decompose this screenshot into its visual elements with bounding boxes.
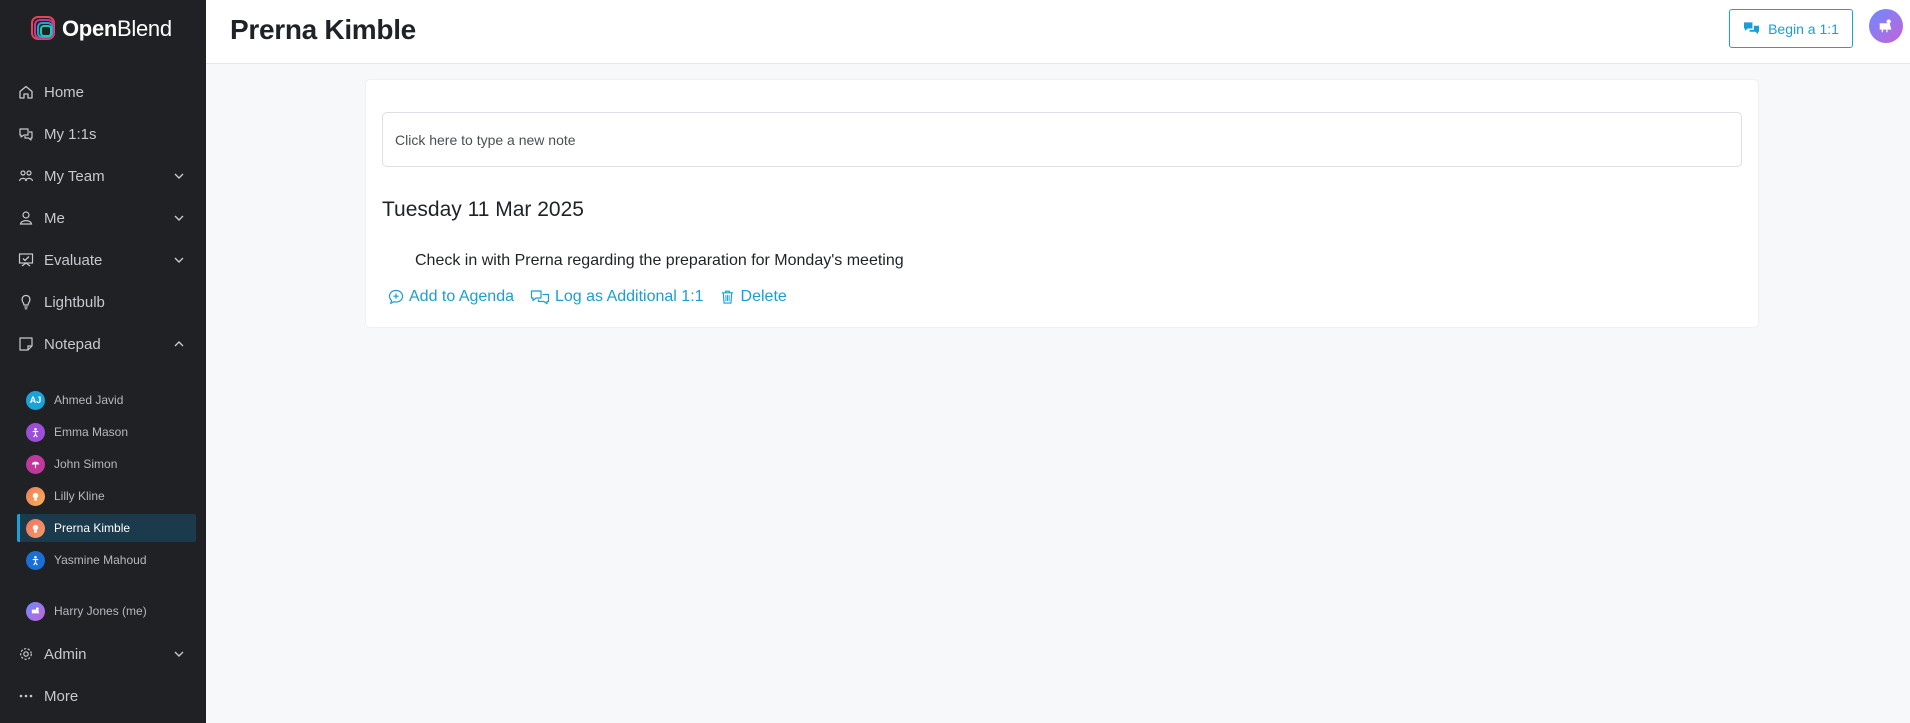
notepad-person-yasmine-mahoud[interactable]: Yasmine Mahoud xyxy=(17,546,196,574)
chevron-down-icon xyxy=(174,257,184,263)
nav-my-team[interactable]: My Team xyxy=(0,156,206,196)
begin-1-1-label: Begin a 1:1 xyxy=(1768,20,1839,37)
add-to-agenda-label: Add to Agenda xyxy=(409,288,514,305)
notes-card: Tuesday 11 Mar 2025 Check in with Prerna… xyxy=(366,80,1758,327)
avatar xyxy=(26,422,45,442)
person-name: Yasmine Mahoud xyxy=(54,553,147,567)
nav-more[interactable]: More xyxy=(0,676,206,716)
person-name: Prerna Kimble xyxy=(54,521,131,535)
chat-plus-icon xyxy=(388,289,404,305)
notepad-icon xyxy=(18,336,34,352)
user-avatar[interactable] xyxy=(1869,9,1903,43)
avatar: AJ xyxy=(26,390,45,410)
nav-evaluate-label: Evaluate xyxy=(44,251,103,269)
begin-1-1-button[interactable]: Begin a 1:1 xyxy=(1729,9,1853,48)
note-actions: Add to Agenda Log as Additional 1:1 Dele… xyxy=(388,288,803,306)
chat-icon xyxy=(18,126,34,142)
add-to-agenda-button[interactable]: Add to Agenda xyxy=(388,288,514,306)
openblend-logo-icon xyxy=(31,16,55,40)
nav-admin[interactable]: Admin xyxy=(0,634,206,674)
nav-home-label: Home xyxy=(44,83,85,101)
notepad-person-harry-jones-me[interactable]: Harry Jones (me) xyxy=(17,597,196,625)
log-additional-1-1-label: Log as Additional 1:1 xyxy=(554,288,704,305)
delete-label: Delete xyxy=(740,288,787,305)
lightbulb-icon xyxy=(18,294,34,310)
user-icon xyxy=(18,210,34,226)
person-name: John Simon xyxy=(54,457,118,471)
person-name: Ahmed Javid xyxy=(54,393,124,407)
page-title: Prerna Kimble xyxy=(230,14,416,45)
chevron-up-icon xyxy=(174,341,184,347)
notepad-person-prerna-kimble[interactable]: Prerna Kimble xyxy=(17,514,196,542)
person-name: Harry Jones (me) xyxy=(54,604,147,618)
notepad-person-john-simon[interactable]: John Simon xyxy=(17,450,196,478)
nav-home[interactable]: Home xyxy=(0,72,206,112)
chat-bubbles-icon xyxy=(1743,21,1760,36)
sidebar: OpenBlend Home My 1:1s My Team Me Evalua… xyxy=(0,0,206,723)
nav-admin-label: Admin xyxy=(44,645,87,663)
new-note-input[interactable] xyxy=(382,112,1742,167)
notepad-person-emma-mason[interactable]: Emma Mason xyxy=(17,418,196,446)
team-icon xyxy=(18,168,34,184)
nav-lightbulb[interactable]: Lightbulb xyxy=(0,282,206,322)
nav-notepad-label: Notepad xyxy=(44,335,101,353)
home-icon xyxy=(18,84,34,100)
top-bar: Prerna Kimble Begin a 1:1 xyxy=(206,0,1910,64)
avatar xyxy=(26,454,45,474)
avatar xyxy=(26,601,45,621)
avatar xyxy=(26,550,45,570)
openblend-logo[interactable]: OpenBlend xyxy=(30,14,172,44)
notepad-person-ahmed-javid[interactable]: AJ Ahmed Javid xyxy=(17,386,196,414)
nav-me[interactable]: Me xyxy=(0,198,206,238)
avatar-illustration-icon xyxy=(1879,19,1892,33)
person-name: Lilly Kline xyxy=(54,489,105,503)
notepad-person-lilly-kline[interactable]: Lilly Kline xyxy=(17,482,196,510)
chat-icon xyxy=(530,289,550,305)
logo-text: OpenBlend xyxy=(62,16,172,41)
nav-my-team-label: My Team xyxy=(44,167,105,185)
nav-notepad[interactable]: Notepad xyxy=(0,324,206,364)
nav-my-1-1s-label: My 1:1s xyxy=(44,125,97,143)
chevron-down-icon xyxy=(174,651,184,657)
trash-icon xyxy=(720,289,736,305)
chevron-down-icon xyxy=(174,173,184,179)
chevron-down-icon xyxy=(174,215,184,221)
nav-evaluate[interactable]: Evaluate xyxy=(0,240,206,280)
note-date-heading: Tuesday 11 Mar 2025 xyxy=(382,198,584,221)
delete-note-button[interactable]: Delete xyxy=(720,288,787,306)
nav-lightbulb-label: Lightbulb xyxy=(44,293,105,311)
nav-me-label: Me xyxy=(44,209,65,227)
gear-icon xyxy=(18,646,34,662)
evaluate-icon xyxy=(18,252,34,268)
avatar xyxy=(26,486,45,506)
nav-my-1-1s[interactable]: My 1:1s xyxy=(0,114,206,154)
nav-more-label: More xyxy=(44,687,79,705)
note-text: Check in with Prerna regarding the prepa… xyxy=(415,252,904,269)
more-icon xyxy=(18,688,34,704)
person-name: Emma Mason xyxy=(54,425,129,439)
log-additional-1-1-button[interactable]: Log as Additional 1:1 xyxy=(530,288,704,306)
avatar xyxy=(26,518,45,538)
